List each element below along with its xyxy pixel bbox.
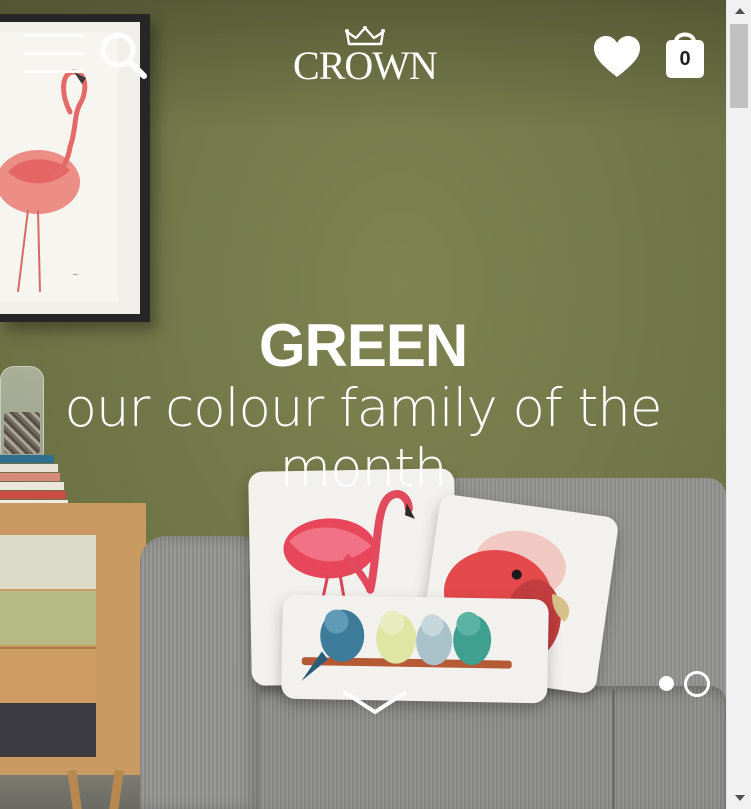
scrollbar-thumb[interactable] xyxy=(730,24,748,108)
drawer xyxy=(0,647,96,703)
search-icon xyxy=(100,32,147,79)
scroll-down-button[interactable] xyxy=(342,688,408,716)
arrow-up-icon xyxy=(734,8,745,14)
hero-subtitle: our colour family of the month xyxy=(64,378,663,499)
sofa-seat-seam xyxy=(612,690,615,809)
page-viewport: ~ CROWN 0 GREEN our colour family of the… xyxy=(0,0,726,809)
scroll-up-arrow[interactable] xyxy=(727,0,751,22)
site-header: CROWN 0 xyxy=(0,0,726,100)
basket-count: 0 xyxy=(679,48,691,70)
hamburger-menu-icon xyxy=(24,34,84,73)
lovebirds-print xyxy=(301,609,512,682)
svg-text:~: ~ xyxy=(72,270,79,279)
lovebirds-cushion xyxy=(281,594,549,704)
hero-headline: GREEN our colour family of the month xyxy=(0,313,726,499)
hero-title: GREEN xyxy=(258,312,468,379)
drawer xyxy=(0,591,96,645)
carousel-dot-1[interactable] xyxy=(659,676,674,691)
sofa-seat xyxy=(200,686,726,809)
chevron-down-icon xyxy=(342,690,408,715)
drawer xyxy=(0,535,96,589)
heart-icon xyxy=(594,36,640,77)
cushion-art xyxy=(281,595,549,704)
sideboard xyxy=(0,503,146,775)
crown-logo[interactable]: CROWN xyxy=(290,26,440,86)
drawer xyxy=(0,703,96,757)
menu-button[interactable] xyxy=(22,30,86,78)
basket-button[interactable]: 0 xyxy=(664,26,706,80)
logo-wordmark: CROWN xyxy=(293,43,438,88)
scroll-down-arrow[interactable] xyxy=(727,787,751,809)
carousel-dot-2[interactable] xyxy=(684,671,710,697)
search-button[interactable] xyxy=(98,30,148,80)
wishlist-button[interactable] xyxy=(592,34,642,80)
arrow-down-icon xyxy=(734,795,745,801)
vertical-scrollbar[interactable] xyxy=(726,0,751,809)
sofa-arm xyxy=(140,536,260,809)
